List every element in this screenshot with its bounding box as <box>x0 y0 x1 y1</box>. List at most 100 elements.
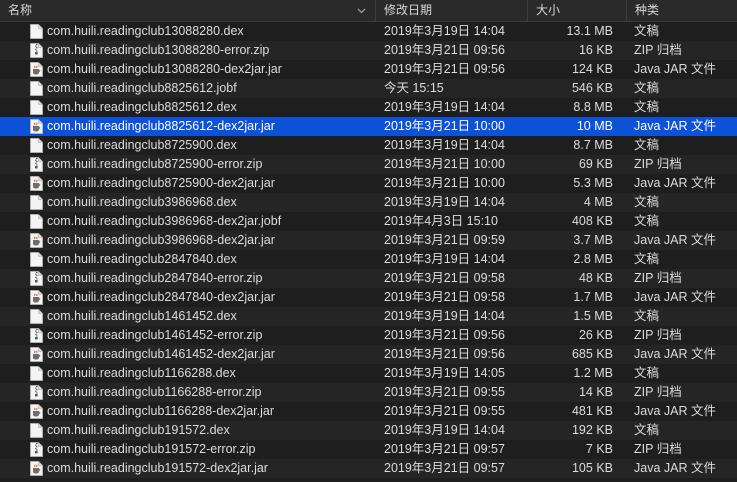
file-size: 1.2 MB <box>573 366 613 380</box>
zip-archive-icon <box>30 43 43 58</box>
jar-file-icon <box>30 290 43 305</box>
sort-chevron-down-icon[interactable] <box>357 6 366 15</box>
file-date-modified: 2019年3月21日 09:56 <box>384 347 505 361</box>
file-date-modified: 2019年3月21日 09:58 <box>384 290 505 304</box>
file-row[interactable]: com.huili.readingclub1166288.dex 2019年3月… <box>0 364 737 383</box>
file-row[interactable]: com.huili.readingclub13088280-dex2jar.ja… <box>0 60 737 79</box>
file-name: com.huili.readingclub1461452-error.zip <box>47 328 263 342</box>
jar-file-icon <box>30 176 43 191</box>
file-size: 2.8 MB <box>573 252 613 266</box>
file-kind: ZIP 归档 <box>634 442 682 456</box>
file-row[interactable]: com.huili.readingclub1461452-error.zip 2… <box>0 326 737 345</box>
file-row[interactable]: com.huili.readingclub8825612-dex2jar.jar… <box>0 117 737 136</box>
file-kind: ZIP 归档 <box>634 385 682 399</box>
file-name: com.huili.readingclub2847840.dex <box>47 252 237 266</box>
file-name: com.huili.readingclub1166288-dex2jar.jar <box>47 404 274 418</box>
file-row[interactable]: com.huili.readingclub3986968-dex2jar.job… <box>0 212 737 231</box>
file-name: com.huili.readingclub8725900.dex <box>47 138 237 152</box>
file-name: com.huili.readingclub8825612-dex2jar.jar <box>47 119 275 133</box>
file-name: com.huili.readingclub3986968-dex2jar.job… <box>47 214 282 228</box>
file-kind: ZIP 归档 <box>634 157 682 171</box>
file-row[interactable]: com.huili.readingclub2847840.dex 2019年3月… <box>0 250 737 269</box>
column-header-date-label: 修改日期 <box>384 3 433 17</box>
file-name: com.huili.readingclub1166288-error.zip <box>47 385 262 399</box>
file-row[interactable]: com.huili.readingclub13088280.dex 2019年3… <box>0 22 737 41</box>
zip-archive-icon <box>30 385 43 400</box>
document-icon <box>30 24 43 39</box>
file-row[interactable]: com.huili.readingclub8725900-dex2jar.jar… <box>0 174 737 193</box>
jar-file-icon <box>30 62 43 77</box>
file-row[interactable]: com.huili.readingclub191572-error.zip 20… <box>0 440 737 459</box>
document-icon <box>30 214 43 229</box>
file-date-modified: 2019年3月21日 10:00 <box>384 176 505 190</box>
file-kind: 文稿 <box>634 138 660 152</box>
file-row[interactable]: com.huili.readingclub1461452-dex2jar.jar… <box>0 345 737 364</box>
jar-file-icon <box>30 119 43 134</box>
file-name: com.huili.readingclub1461452.dex <box>47 309 237 323</box>
file-size: 10 MB <box>576 119 613 133</box>
file-date-modified: 今天 15:15 <box>384 81 444 95</box>
file-row[interactable]: com.huili.readingclub8825612.dex 2019年3月… <box>0 98 737 117</box>
column-header-kind-label: 种类 <box>635 3 660 17</box>
file-name: com.huili.readingclub191572-dex2jar.jar <box>47 461 268 475</box>
column-header-size[interactable]: 大小 <box>527 0 626 21</box>
file-name: com.huili.readingclub3986968-dex2jar.jar <box>47 233 275 247</box>
file-row[interactable]: com.huili.readingclub8725900-error.zip 2… <box>0 155 737 174</box>
file-name: com.huili.readingclub1461452-dex2jar.jar <box>47 347 275 361</box>
file-size: 16 KB <box>578 43 613 57</box>
column-header-kind[interactable]: 种类 <box>626 0 737 21</box>
column-header-size-label: 大小 <box>536 3 561 17</box>
file-row[interactable]: com.huili.readingclub8825612.jobf 今天 15:… <box>0 79 737 98</box>
file-row[interactable]: com.huili.readingclub8725900.dex 2019年3月… <box>0 136 737 155</box>
file-name: com.huili.readingclub191572.dex <box>47 423 230 437</box>
file-size: 7 KB <box>585 442 613 456</box>
column-header-bar: 名称 修改日期 大小 种类 <box>0 0 737 22</box>
file-kind: 文稿 <box>634 100 660 114</box>
file-kind: 文稿 <box>634 195 660 209</box>
file-size: 13.1 MB <box>566 24 613 38</box>
column-header-name-label: 名称 <box>8 3 33 17</box>
file-kind: 文稿 <box>634 81 660 95</box>
file-date-modified: 2019年3月21日 09:56 <box>384 62 505 76</box>
file-date-modified: 2019年3月19日 14:04 <box>384 423 505 437</box>
file-size: 69 KB <box>578 157 613 171</box>
jar-file-icon <box>30 347 43 362</box>
file-row[interactable]: com.huili.readingclub2847840-error.zip 2… <box>0 269 737 288</box>
file-row[interactable]: com.huili.readingclub2847840-dex2jar.jar… <box>0 288 737 307</box>
file-kind: 文稿 <box>634 24 660 38</box>
file-row[interactable]: com.huili.readingclub3986968.dex 2019年3月… <box>0 193 737 212</box>
column-header-date[interactable]: 修改日期 <box>375 0 527 21</box>
jar-file-icon <box>30 404 43 419</box>
file-date-modified: 2019年3月21日 09:57 <box>384 461 505 475</box>
file-row[interactable]: com.huili.readingclub1166288-error.zip 2… <box>0 383 737 402</box>
file-date-modified: 2019年3月19日 14:05 <box>384 366 505 380</box>
file-list: com.huili.readingclub13088280.dex 2019年3… <box>0 22 737 478</box>
file-size: 48 KB <box>578 271 613 285</box>
document-icon <box>30 309 43 324</box>
file-date-modified: 2019年3月19日 14:04 <box>384 24 505 38</box>
file-size: 8.8 MB <box>573 100 613 114</box>
file-date-modified: 2019年3月19日 14:04 <box>384 252 505 266</box>
file-row[interactable]: com.huili.readingclub1166288-dex2jar.jar… <box>0 402 737 421</box>
file-kind: Java JAR 文件 <box>634 62 716 76</box>
zip-archive-icon <box>30 442 43 457</box>
file-kind: 文稿 <box>634 423 660 437</box>
file-date-modified: 2019年3月21日 10:00 <box>384 157 505 171</box>
file-row[interactable]: com.huili.readingclub3986968-dex2jar.jar… <box>0 231 737 250</box>
file-name: com.huili.readingclub191572-error.zip <box>47 442 256 456</box>
file-size: 408 KB <box>571 214 613 228</box>
file-date-modified: 2019年3月21日 09:58 <box>384 271 505 285</box>
file-row[interactable]: com.huili.readingclub1461452.dex 2019年3月… <box>0 307 737 326</box>
file-size: 1.5 MB <box>573 309 613 323</box>
file-row[interactable]: com.huili.readingclub191572-dex2jar.jar … <box>0 459 737 478</box>
file-size: 481 KB <box>571 404 613 418</box>
column-header-name[interactable]: 名称 <box>0 0 375 21</box>
file-date-modified: 2019年3月21日 09:57 <box>384 442 505 456</box>
file-row[interactable]: com.huili.readingclub13088280-error.zip … <box>0 41 737 60</box>
file-row[interactable]: com.huili.readingclub191572.dex 2019年3月1… <box>0 421 737 440</box>
file-kind: ZIP 归档 <box>634 271 682 285</box>
file-kind: Java JAR 文件 <box>634 461 716 475</box>
file-date-modified: 2019年3月21日 09:59 <box>384 233 505 247</box>
file-size: 124 KB <box>571 62 613 76</box>
file-size: 14 KB <box>578 385 613 399</box>
